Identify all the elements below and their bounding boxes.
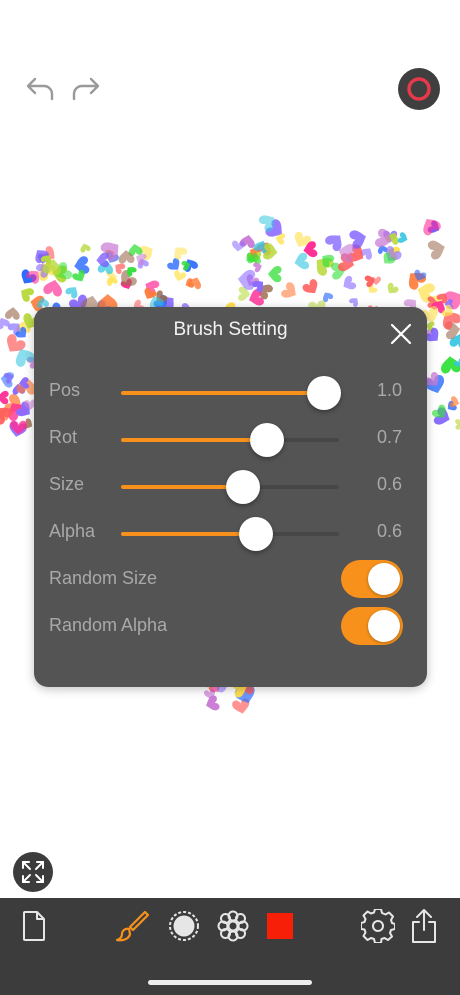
alpha-slider[interactable] [121, 517, 339, 551]
redo-arrow-icon [72, 77, 100, 101]
toggle-knob [368, 563, 400, 595]
size-slider[interactable] [121, 470, 339, 504]
settings-gear-icon [361, 909, 395, 943]
share-button[interactable] [404, 906, 444, 946]
alpha-slider-fill [121, 532, 257, 536]
alpha-slider-thumb[interactable] [239, 517, 274, 551]
bottom-toolbar [0, 898, 460, 995]
brush-setting-panel: Brush Setting Pos 1.0 Rot 0.7 Size 0.6 A… [34, 307, 427, 687]
new-document-icon [23, 911, 45, 941]
brush-icon [115, 910, 150, 942]
settings-button[interactable] [358, 906, 398, 946]
size-label: Size [49, 474, 85, 494]
stamp-button[interactable] [164, 906, 204, 946]
alpha-label: Alpha [49, 521, 96, 541]
color-swatch-icon [267, 913, 293, 939]
new-document-button[interactable] [14, 906, 54, 946]
size-slider-fill [121, 485, 244, 489]
rot-value: 0.7 [376, 427, 402, 447]
record-icon [407, 77, 431, 101]
alpha-value: 0.6 [376, 521, 402, 541]
rot-slider[interactable] [121, 423, 339, 457]
random-size-label: Random Size [49, 568, 158, 588]
pattern-button[interactable] [213, 906, 253, 946]
redo-button[interactable] [68, 72, 102, 106]
home-indicator [148, 980, 312, 985]
undo-button[interactable] [24, 72, 58, 106]
size-value: 0.6 [376, 474, 402, 494]
undo-arrow-icon [26, 77, 54, 101]
panel-title: Brush Setting [173, 319, 288, 340]
close-button[interactable] [386, 319, 416, 349]
pos-slider-thumb[interactable] [306, 376, 341, 410]
rot-slider-thumb[interactable] [250, 423, 285, 457]
pattern-icon [217, 910, 249, 942]
size-slider-thumb[interactable] [226, 470, 261, 504]
brush-button[interactable] [112, 906, 152, 946]
share-icon [412, 909, 436, 943]
fit-screen-button[interactable] [13, 852, 53, 892]
pos-slider-fill [121, 391, 324, 395]
pos-value: 1.0 [376, 380, 402, 400]
stamp-icon [169, 911, 199, 941]
random-alpha-toggle[interactable] [341, 607, 403, 645]
close-icon [390, 323, 412, 345]
pos-slider[interactable] [121, 376, 341, 410]
random-alpha-label: Random Alpha [49, 615, 168, 635]
pos-label: Pos [49, 380, 81, 400]
color-button[interactable] [260, 906, 300, 946]
rot-label: Rot [49, 427, 78, 447]
rot-slider-fill [121, 438, 268, 442]
random-size-toggle[interactable] [341, 560, 403, 598]
fit-screen-icon [22, 861, 44, 883]
toggle-knob [368, 610, 400, 642]
record-button[interactable] [398, 68, 440, 110]
